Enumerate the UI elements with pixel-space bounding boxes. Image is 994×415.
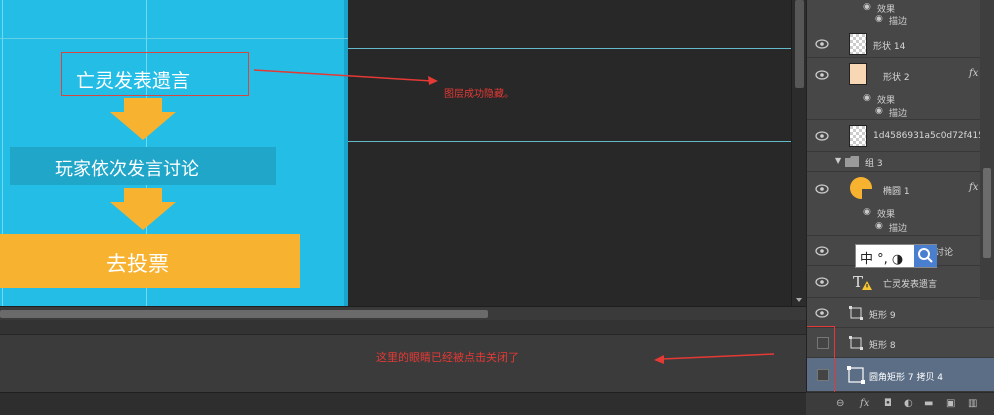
mask-icon[interactable]: ◘ bbox=[884, 398, 892, 409]
eye-icon[interactable] bbox=[811, 305, 833, 321]
layer-row[interactable]: 矩形 8 bbox=[807, 328, 994, 358]
layer-name: 椭圆 1 bbox=[883, 187, 910, 197]
layer-row[interactable]: 1d4586931a5c0d72f415... bbox=[807, 120, 994, 152]
search-icon bbox=[918, 248, 933, 263]
layer-row[interactable]: 椭圆 1 fx ◉ 效果 ◉ 描边 bbox=[807, 172, 994, 236]
adjustment-icon[interactable]: ◐ bbox=[904, 398, 913, 409]
layer-name: 形状 14 bbox=[873, 42, 906, 52]
annotation-highlight-box bbox=[807, 326, 835, 398]
effects-label: 效果 bbox=[877, 96, 896, 106]
new-layer-icon[interactable]: ▣ bbox=[946, 398, 955, 409]
horizontal-scrollbar[interactable] bbox=[0, 306, 806, 320]
shape-layer-icon bbox=[849, 306, 863, 320]
layer-name: 矩形 9 bbox=[869, 311, 896, 321]
folder-icon[interactable]: ▬ bbox=[924, 398, 933, 409]
layer-name: 1d4586931a5c0d72f415... bbox=[873, 131, 993, 141]
layer-row-selected[interactable]: 圆角矩形 7 拷贝 4 bbox=[807, 358, 994, 392]
annotation-eye-closed: 这里的眼睛已经被点击关闭了 bbox=[376, 351, 519, 364]
layer-thumbnail bbox=[849, 33, 867, 55]
eye-icon[interactable] bbox=[811, 128, 833, 144]
effect-eye-icon[interactable]: ◉ bbox=[863, 93, 871, 103]
layer-row[interactable]: 形状 14 bbox=[807, 30, 994, 58]
stroke-label: 描边 bbox=[889, 224, 908, 234]
status-bar bbox=[0, 392, 806, 415]
link-icon[interactable]: ⊖ bbox=[836, 398, 844, 409]
eye-icon[interactable] bbox=[811, 274, 833, 290]
trash-icon[interactable]: ▥ bbox=[968, 398, 977, 409]
document-canvas[interactable]: 亡灵发表遗言 玩家依次发言讨论 去投票 bbox=[0, 0, 348, 306]
fx-icon[interactable]: fx bbox=[969, 182, 978, 193]
warning-icon bbox=[862, 281, 872, 290]
layers-scroll-thumb[interactable] bbox=[983, 168, 991, 258]
annotation-layer-hidden: 图层成功隐藏。 bbox=[444, 89, 514, 100]
eye-icon[interactable] bbox=[811, 181, 833, 197]
layer-row[interactable]: 矩形 9 bbox=[807, 298, 994, 328]
layer-name: 形状 2 bbox=[883, 73, 910, 83]
eye-icon[interactable] bbox=[811, 67, 833, 83]
ime-search-button[interactable] bbox=[914, 245, 937, 267]
layer-name: 圆角矩形 7 拷贝 4 bbox=[869, 373, 944, 383]
layers-footer: ⊖ fx ◘ ◐ ▬ ▣ ▥ bbox=[806, 392, 994, 415]
flow-step-1: 亡灵发表遗言 bbox=[76, 70, 191, 92]
vertical-scrollbar[interactable] bbox=[791, 0, 806, 306]
layer-name: 讨论 bbox=[935, 248, 954, 258]
arrow-down-icon bbox=[110, 98, 176, 140]
layers-scrollbar[interactable] bbox=[980, 0, 994, 300]
layer-name: 亡灵发表遗言 bbox=[883, 280, 938, 290]
flow-step-3: 去投票 bbox=[106, 252, 169, 276]
layer-row[interactable]: T 亡灵发表遗言 bbox=[807, 266, 994, 298]
layer-thumbnail bbox=[849, 125, 867, 147]
expand-triangle-icon[interactable]: ▼ bbox=[835, 156, 841, 165]
effect-eye-icon[interactable]: ◉ bbox=[875, 106, 883, 116]
guide-horizontal bbox=[348, 48, 791, 49]
fx-icon[interactable]: fx bbox=[969, 68, 978, 79]
panel-divider bbox=[0, 320, 806, 334]
layer-name: 矩形 8 bbox=[869, 341, 896, 351]
effect-eye-icon[interactable]: ◉ bbox=[863, 2, 871, 12]
effect-eye-icon[interactable]: ◉ bbox=[875, 14, 883, 24]
canvas-area[interactable]: 亡灵发表遗言 玩家依次发言讨论 去投票 图层成功隐藏。 bbox=[0, 0, 806, 320]
shape-layer-icon bbox=[849, 336, 863, 350]
layer-name: 组 3 bbox=[865, 159, 883, 169]
effect-eye-icon[interactable]: ◉ bbox=[863, 207, 871, 217]
fx-icon[interactable]: fx bbox=[860, 398, 869, 409]
layers-panel: ◉ 效果 ◉ 描边 形状 14 形状 2 fx ◉ 效果 ◉ 描边 1d4586… bbox=[806, 0, 994, 415]
ime-toolbar[interactable]: 中 °, ◑ bbox=[855, 244, 937, 268]
timeline-panel: 这里的眼睛已经被点击关闭了 bbox=[0, 334, 806, 392]
layer-group-row[interactable]: ▼ 组 3 bbox=[807, 152, 994, 172]
ime-status-text: 中 °, ◑ bbox=[860, 252, 904, 267]
eye-icon[interactable] bbox=[811, 243, 833, 259]
stroke-row: ◉ 描边 bbox=[807, 12, 994, 28]
horizontal-scroll-thumb[interactable] bbox=[0, 310, 488, 318]
effects-label: 效果 bbox=[877, 210, 896, 220]
layer-thumbnail bbox=[849, 176, 873, 200]
guide-horizontal bbox=[348, 141, 791, 142]
guide-horizontal bbox=[0, 38, 348, 39]
effect-eye-icon[interactable]: ◉ bbox=[875, 221, 883, 231]
folder-icon bbox=[845, 156, 859, 167]
vertical-scroll-thumb[interactable] bbox=[795, 0, 804, 88]
annotation-arrow bbox=[253, 69, 438, 85]
canvas-edge bbox=[344, 0, 348, 306]
eye-icon[interactable] bbox=[811, 36, 833, 52]
shape-layer-icon bbox=[847, 366, 865, 384]
flow-step-2: 玩家依次发言讨论 bbox=[55, 159, 199, 180]
arrow-down-icon bbox=[110, 188, 176, 230]
stroke-label: 描边 bbox=[889, 17, 908, 27]
layer-thumbnail bbox=[849, 63, 867, 85]
scroll-down-arrow-icon[interactable] bbox=[796, 298, 802, 302]
stroke-label: 描边 bbox=[889, 109, 908, 119]
layer-row[interactable]: 形状 2 fx ◉ 效果 ◉ 描边 bbox=[807, 58, 994, 120]
annotation-arrow bbox=[654, 353, 775, 364]
